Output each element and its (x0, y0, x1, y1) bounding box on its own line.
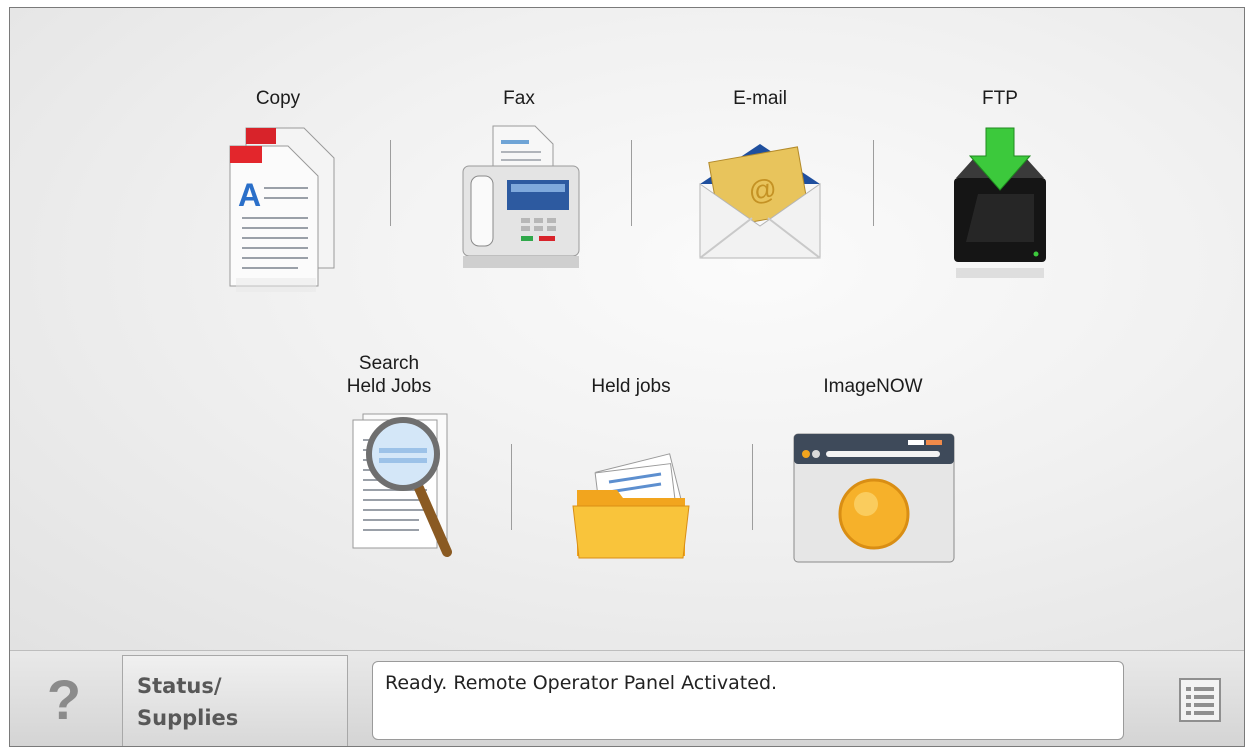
status-label-line2: Supplies (137, 706, 239, 730)
held-jobs-label: Held jobs (591, 376, 671, 397)
imagenow-app-button[interactable]: ImageNOW (773, 348, 973, 581)
held-jobs-app-button[interactable]: Held jobs (531, 348, 731, 581)
printer-panel: Copy A Fax E-mail @ FTP Search Held Jobs… (9, 7, 1245, 747)
separator (873, 140, 874, 226)
status-label-line1: Status/ (137, 674, 222, 698)
magnifier-document-icon (352, 413, 452, 557)
envelope-at-icon: @ (699, 144, 821, 259)
home-screen: Copy A Fax E-mail @ FTP Search Held Jobs… (10, 8, 1244, 650)
copy-app-button[interactable]: Copy A (178, 60, 378, 293)
svg-text:@: @ (746, 172, 779, 207)
help-button[interactable]: ? (10, 651, 118, 746)
status-supplies-button[interactable]: Status/ Supplies (122, 655, 348, 746)
search-held-jobs-label: Search Held Jobs (346, 353, 432, 397)
menu-list-icon (1179, 677, 1221, 722)
ftp-label: FTP (982, 88, 1018, 109)
folder-documents-icon (572, 453, 690, 559)
fax-machine-icon (462, 125, 580, 268)
ftp-drive-download-icon (954, 127, 1046, 278)
imagenow-window-icon (793, 433, 955, 563)
fax-app-button[interactable]: Fax (419, 60, 619, 293)
fax-label: Fax (503, 88, 535, 109)
email-app-button[interactable]: E-mail @ (660, 60, 860, 293)
svg-text:A: A (238, 177, 261, 213)
imagenow-label: ImageNOW (823, 376, 923, 397)
search-held-jobs-app-button[interactable]: Search Held Jobs (289, 348, 489, 581)
menu-button[interactable] (1156, 651, 1244, 746)
email-label: E-mail (733, 88, 787, 109)
separator (390, 140, 391, 226)
separator (631, 140, 632, 226)
separator (511, 444, 512, 530)
bottom-bar: ? Status/ Supplies Ready. Remote Operato… (10, 650, 1244, 746)
separator (752, 444, 753, 530)
ftp-app-button[interactable]: FTP (900, 60, 1100, 293)
copy-label: Copy (255, 88, 301, 109)
status-message: Ready. Remote Operator Panel Activated. (372, 661, 1124, 740)
copy-documents-icon: A (229, 127, 335, 292)
